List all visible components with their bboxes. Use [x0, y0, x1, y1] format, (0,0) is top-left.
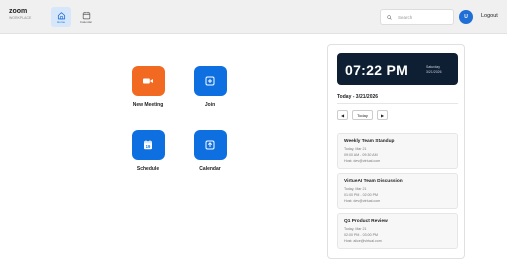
brand: zoom WORKPLACE [9, 8, 31, 21]
home-icon [57, 11, 65, 19]
join-label: Join [204, 102, 216, 108]
meeting-time: 09:00 AM - 09:30 AM [344, 153, 378, 157]
plus-icon [205, 76, 215, 86]
search-input[interactable]: Search [380, 9, 454, 25]
new-meeting-button[interactable] [131, 66, 165, 96]
tab-home-label: Home [56, 19, 65, 24]
clock-day: Saturday [426, 65, 441, 69]
upload-arrow-icon [205, 140, 215, 150]
search-icon [387, 14, 392, 20]
video-camera-icon [143, 78, 153, 84]
clock-card: 07:22 PM Saturday 3/21/2026 [337, 53, 458, 85]
meeting-host: Host: dev@virtual.com [344, 199, 381, 203]
meeting-host: Host: dev@virtual.com [344, 159, 381, 163]
schedule-action[interactable]: 19 Schedule [123, 130, 173, 172]
join-action[interactable]: Join [185, 66, 235, 108]
calendar-action[interactable]: Calendar [185, 130, 235, 172]
meeting-date: Today, Mar 21 [344, 227, 367, 231]
meeting-date: Today, Mar 21 [344, 147, 367, 151]
meeting-card[interactable]: Q1 Product Review Today, Mar 21 02:00 PM… [337, 213, 458, 249]
search-placeholder: Search [398, 14, 413, 20]
join-button[interactable] [193, 66, 227, 96]
meeting-card[interactable]: Weekly Team Standup Today, Mar 21 09:00 … [337, 133, 458, 169]
clock-time: 07:22 PM [345, 62, 409, 78]
prev-day-button[interactable]: ◀ [337, 110, 348, 120]
meeting-time: 02:00 PM - 03:00 PM [344, 233, 378, 237]
brand-name: zoom [9, 8, 28, 15]
meeting-host: Host: alice@virtual.com [344, 239, 382, 243]
schedule-panel: 07:22 PM Saturday 3/21/2026 Today - 3/21… [327, 44, 465, 259]
schedule-button[interactable]: 19 [131, 130, 165, 160]
calendar-icon [82, 11, 90, 19]
avatar[interactable]: U [459, 10, 473, 24]
new-meeting-label: New Meeting [132, 102, 164, 108]
today-heading: Today - 3/21/2026 [337, 94, 379, 100]
tab-home[interactable]: Home [51, 7, 71, 27]
top-bar: zoom WORKPLACE Home Calendar Search U Lo… [0, 0, 507, 34]
meeting-title: Weekly Team Standup [344, 139, 395, 144]
calendar-label: Calendar [199, 166, 221, 172]
calendar-19-icon: 19 [144, 140, 152, 150]
schedule-label: Schedule [136, 166, 160, 172]
calendar-button[interactable] [193, 130, 227, 160]
meeting-date: Today, Mar 21 [344, 187, 367, 191]
logout-button[interactable]: Logout [481, 13, 498, 19]
divider [337, 103, 458, 104]
next-day-button[interactable]: ▶ [377, 110, 388, 120]
meeting-title: VirtueAI Team Discussion [344, 179, 403, 184]
meeting-time: 01:00 PM - 02:00 PM [344, 193, 378, 197]
meeting-title: Q1 Product Review [344, 219, 388, 224]
brand-subtitle: WORKPLACE [9, 16, 32, 20]
calendar-19-icon-text: 19 [146, 144, 151, 149]
new-meeting-action[interactable]: New Meeting [123, 66, 173, 108]
tab-calendar[interactable]: Calendar [76, 7, 96, 27]
today-button[interactable]: Today [352, 110, 373, 120]
clock-date: 3/21/2026 [426, 70, 442, 74]
meeting-card[interactable]: VirtueAI Team Discussion Today, Mar 21 0… [337, 173, 458, 209]
tab-calendar-label: Calendar [79, 19, 93, 24]
